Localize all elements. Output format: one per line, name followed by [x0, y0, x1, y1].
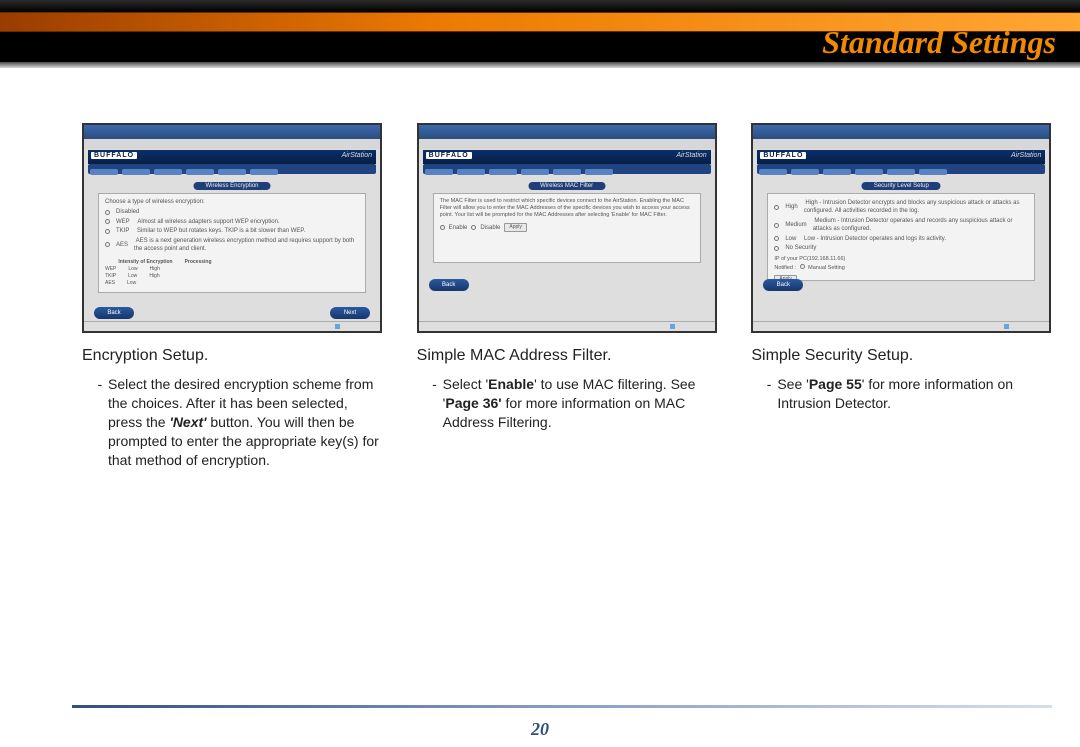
option-high: High	[785, 203, 797, 211]
content-area: BUFFALO AirStation Wireless Encryption C…	[0, 123, 1080, 687]
option-medium: Medium	[785, 221, 806, 229]
back-button: Back	[763, 279, 803, 291]
screenshot-security: BUFFALO AirStation Security Level Setup …	[751, 123, 1051, 333]
caption-security: Simple Security Setup.	[751, 347, 1050, 365]
column-mac-filter: BUFFALO AirStation Wireless MAC Filter T…	[417, 123, 716, 469]
bullet-mac-filter: Select 'Enable' to use MAC filtering. Se…	[441, 375, 716, 432]
column-security: BUFFALO AirStation Security Level Setup …	[751, 123, 1050, 469]
column-encryption: BUFFALO AirStation Wireless Encryption C…	[82, 123, 381, 469]
body-mac-filter: Select 'Enable' to use MAC filtering. Se…	[417, 375, 716, 432]
product-name: AirStation	[676, 152, 706, 159]
option-aes: AES	[116, 241, 128, 249]
caption-mac-filter: Simple MAC Address Filter.	[417, 347, 716, 365]
mini-table: Intensity of EncryptionProcessing WEPLow…	[105, 257, 359, 289]
bullet-encryption: Select the desired encryption scheme fro…	[106, 375, 381, 469]
screenshot-caption-bar: Wireless MAC Filter	[528, 182, 605, 190]
next-button: Next	[330, 307, 370, 319]
body-security: See 'Page 55' for more information on In…	[751, 375, 1050, 413]
brand-logo: BUFFALO	[91, 152, 137, 159]
screenshot-caption-bar: Security Level Setup	[862, 182, 941, 190]
page-number: 20	[0, 719, 1080, 740]
back-button: Back	[429, 279, 469, 291]
footer-rule	[72, 705, 1052, 708]
option-disable: Disable	[480, 224, 500, 232]
header-bar: Standard Settings	[0, 0, 1080, 68]
screenshot-caption-bar: Wireless Encryption	[193, 182, 270, 190]
manual-page: Standard Settings BUFFALO AirStation Wir…	[0, 0, 1080, 747]
product-name: AirStation	[1011, 152, 1041, 159]
option-no-security: No Security	[785, 244, 816, 252]
option-wep: WEP	[116, 218, 130, 226]
brand-logo: BUFFALO	[426, 152, 472, 159]
bullet-security: See 'Page 55' for more information on In…	[775, 375, 1050, 413]
apply-button: Apply	[504, 223, 527, 232]
option-low: Low	[785, 235, 796, 243]
option-disabled: Disabled	[116, 208, 139, 216]
body-encryption: Select the desired encryption scheme fro…	[82, 375, 381, 469]
back-button: Back	[94, 307, 134, 319]
panel-heading: Choose a type of wireless encryption:	[105, 198, 359, 206]
page-title: Standard Settings	[822, 24, 1056, 61]
panel-text: The MAC Filter is used to restrict which…	[440, 198, 694, 219]
screenshot-mac-filter: BUFFALO AirStation Wireless MAC Filter T…	[417, 123, 717, 333]
option-enable: Enable	[449, 224, 468, 232]
option-tkip: TKIP	[116, 227, 129, 235]
columns: BUFFALO AirStation Wireless Encryption C…	[0, 123, 1080, 469]
caption-encryption: Encryption Setup.	[82, 347, 381, 365]
page-footer: 20	[0, 705, 1080, 747]
product-name: AirStation	[342, 152, 372, 159]
screenshot-encryption: BUFFALO AirStation Wireless Encryption C…	[82, 123, 382, 333]
brand-logo: BUFFALO	[760, 152, 806, 159]
